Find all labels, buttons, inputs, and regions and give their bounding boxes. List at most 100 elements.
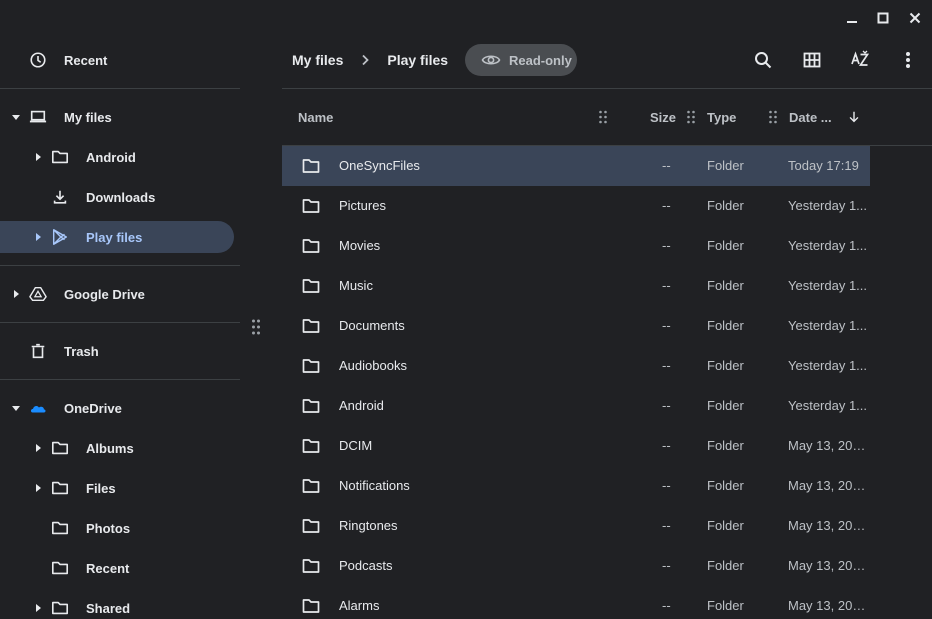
more-vert-icon — [906, 52, 910, 68]
header-divider — [282, 88, 932, 89]
caret-right-icon[interactable] — [33, 443, 43, 453]
file-name: Pictures — [339, 198, 386, 213]
folder-icon — [302, 598, 320, 614]
file-type: Folder — [707, 278, 744, 293]
file-date: Today 17:19 — [788, 158, 859, 173]
sidebar-item-label: Albums — [86, 440, 134, 456]
table-row[interactable]: DCIM -- Folder May 13, 202... — [282, 426, 870, 466]
minimize-icon — [847, 21, 857, 23]
file-size: -- — [662, 598, 671, 613]
table-row[interactable]: OneSyncFiles -- Folder Today 17:19 — [282, 146, 870, 186]
sidebar-item-photos[interactable]: Photos — [0, 512, 234, 544]
sidebar-item-my-files[interactable]: My files — [0, 101, 234, 133]
table-row[interactable]: Music -- Folder Yesterday 1... — [282, 266, 870, 306]
sidebar-resize-handle[interactable] — [250, 318, 262, 336]
breadcrumb-play-files[interactable]: Play files — [387, 52, 448, 68]
sidebar-item-label: Trash — [64, 343, 99, 359]
file-type: Folder — [707, 478, 744, 493]
table-row[interactable]: Movies -- Folder Yesterday 1... — [282, 226, 870, 266]
file-type: Folder — [707, 438, 744, 453]
sidebar-item-label: Shared — [86, 600, 131, 616]
sidebar-divider — [0, 379, 240, 380]
caret-right-icon[interactable] — [33, 603, 43, 613]
file-name: Podcasts — [339, 558, 393, 573]
table-row[interactable]: Ringtones -- Folder May 13, 202... — [282, 506, 870, 546]
file-date: May 13, 202... — [788, 478, 868, 493]
caret-right-icon[interactable] — [33, 483, 43, 493]
file-name: Android — [339, 398, 384, 413]
table-row[interactable]: Pictures -- Folder Yesterday 1... — [282, 186, 870, 226]
sidebar-item-label: Google Drive — [64, 286, 145, 302]
sidebar-item-albums[interactable]: Albums — [0, 432, 234, 464]
search-button[interactable] — [749, 46, 777, 74]
grid-view-button[interactable] — [798, 46, 826, 74]
file-size: -- — [662, 318, 671, 333]
table-row[interactable]: Notifications -- Folder May 13, 202... — [282, 466, 870, 506]
column-resize-handle[interactable] — [598, 109, 608, 125]
sidebar-item-google-drive[interactable]: Google Drive — [0, 278, 234, 310]
file-date: Yesterday 1... — [788, 358, 868, 373]
file-size: -- — [662, 278, 671, 293]
sidebar-item-onedrive[interactable]: OneDrive — [0, 392, 234, 424]
sort-descending-icon[interactable] — [846, 109, 862, 125]
column-header-name[interactable]: Name — [298, 108, 333, 126]
minimize-button[interactable] — [842, 8, 862, 28]
sidebar: Recent My files Android Downloads Play f… — [0, 0, 240, 619]
caret-right-icon[interactable] — [11, 289, 21, 299]
grid-icon — [803, 52, 821, 68]
sidebar-item-label: Play files — [86, 229, 143, 245]
more-options-button[interactable] — [894, 46, 922, 74]
table-row[interactable]: Alarms -- Folder May 13, 202... — [282, 586, 870, 619]
sidebar-item-files[interactable]: Files — [0, 472, 234, 504]
folder-icon — [50, 147, 70, 167]
file-type: Folder — [707, 358, 744, 373]
google-drive-icon — [28, 284, 48, 304]
breadcrumb-my-files[interactable]: My files — [292, 52, 343, 68]
onedrive-icon — [28, 398, 48, 418]
file-date: Yesterday 1... — [788, 318, 868, 333]
read-only-badge: Read-only — [465, 44, 577, 76]
folder-icon — [302, 278, 320, 294]
sort-button[interactable] — [846, 46, 874, 74]
table-row[interactable]: Podcasts -- Folder May 13, 202... — [282, 546, 870, 586]
caret-down-icon[interactable] — [11, 403, 21, 413]
table-row[interactable]: Android -- Folder Yesterday 1... — [282, 386, 870, 426]
sidebar-item-downloads[interactable]: Downloads — [0, 181, 234, 213]
play-store-icon — [50, 227, 70, 247]
column-resize-handle[interactable] — [686, 109, 696, 125]
file-date: May 13, 202... — [788, 438, 868, 453]
column-header-size[interactable]: Size — [650, 108, 676, 126]
file-name: Ringtones — [339, 518, 398, 533]
folder-icon — [50, 598, 70, 618]
caret-right-icon[interactable] — [33, 232, 43, 242]
file-name: Documents — [339, 318, 405, 333]
caret-down-icon[interactable] — [11, 112, 21, 122]
table-row[interactable]: Audiobooks -- Folder Yesterday 1... — [282, 346, 870, 386]
file-size: -- — [662, 518, 671, 533]
sidebar-item-play-files[interactable]: Play files — [0, 221, 234, 253]
column-header-date[interactable]: Date ... — [789, 108, 832, 126]
sidebar-item-onedrive-recent[interactable]: Recent — [0, 552, 234, 584]
sidebar-item-label: Recent — [64, 52, 108, 68]
maximize-button[interactable] — [873, 8, 893, 28]
sidebar-item-shared[interactable]: Shared — [0, 592, 234, 619]
file-date: Yesterday 1... — [788, 238, 868, 253]
table-row[interactable]: Documents -- Folder Yesterday 1... — [282, 306, 870, 346]
folder-icon — [302, 238, 320, 254]
folder-icon — [302, 358, 320, 374]
folder-icon — [302, 518, 320, 534]
file-date: Yesterday 1... — [788, 398, 868, 413]
file-type: Folder — [707, 398, 744, 413]
file-type: Folder — [707, 238, 744, 253]
folder-icon — [50, 438, 70, 458]
sidebar-item-label: Android — [86, 149, 136, 165]
sidebar-item-trash[interactable]: Trash — [0, 335, 234, 367]
column-header-type[interactable]: Type — [707, 108, 736, 126]
files-app-window: Recent My files Android Downloads Play f… — [0, 0, 932, 619]
folder-icon — [50, 558, 70, 578]
sidebar-item-android[interactable]: Android — [0, 141, 234, 173]
caret-right-icon[interactable] — [33, 152, 43, 162]
close-button[interactable] — [905, 8, 925, 28]
column-resize-handle[interactable] — [768, 109, 778, 125]
sidebar-item-recent[interactable]: Recent — [0, 44, 234, 76]
